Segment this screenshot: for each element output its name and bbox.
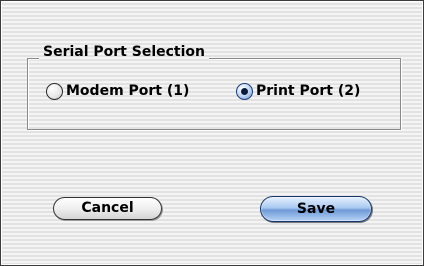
- print-port-label: Print Port (2): [256, 83, 361, 99]
- save-button[interactable]: Save: [260, 196, 372, 222]
- radio-unselected-icon[interactable]: [46, 82, 63, 100]
- cancel-button[interactable]: Cancel: [53, 197, 162, 220]
- modem-port-label: Modem Port (1): [66, 83, 190, 99]
- serial-port-dialog: Serial Port Selection Modem Port (1) Pri…: [0, 0, 424, 266]
- radio-selected-icon[interactable]: [236, 82, 253, 100]
- radio-dot-icon: [241, 87, 248, 95]
- group-title: Serial Port Selection: [39, 41, 209, 63]
- modem-port-radio[interactable]: Modem Port (1): [46, 81, 189, 101]
- print-port-radio[interactable]: Print Port (2): [236, 81, 360, 101]
